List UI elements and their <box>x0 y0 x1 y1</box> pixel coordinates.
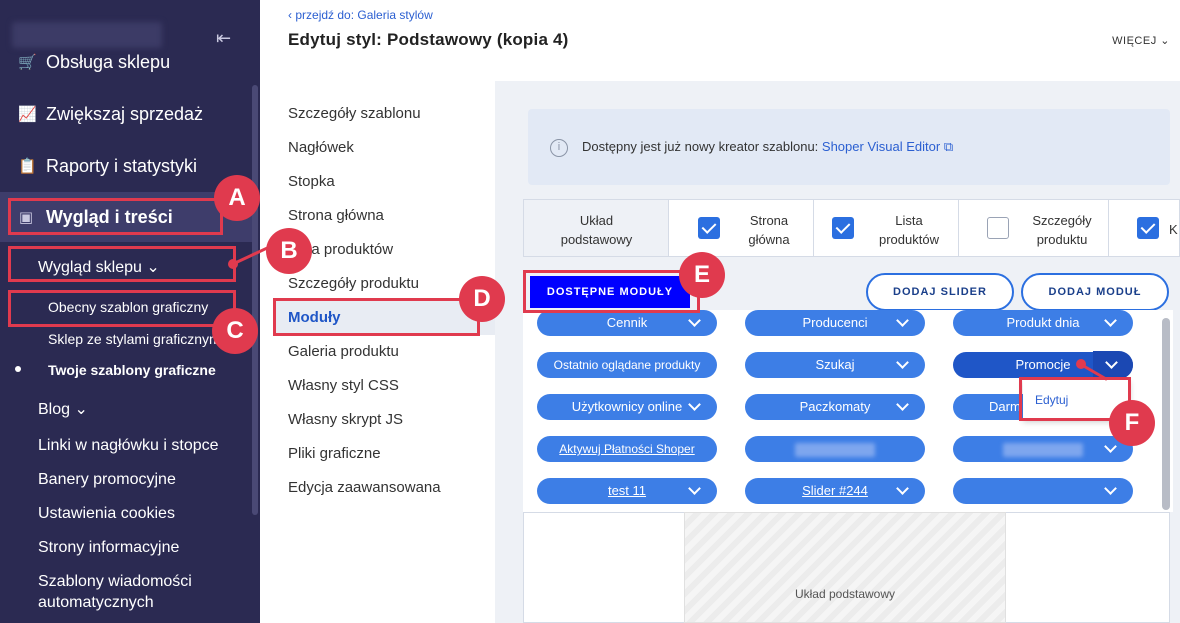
badge-e: E <box>679 252 725 298</box>
layout-preview: Układ podstawowy <box>684 512 1006 623</box>
logo <box>12 22 162 48</box>
style-menu: Szczegóły szablonu Nagłówek Stopka Stron… <box>260 81 495 623</box>
sidebar-sub-twoje[interactable]: Twoje szablony graficzne <box>48 362 216 378</box>
sidebar-sub-blog[interactable]: Blog ⌄ <box>38 399 88 419</box>
sidebar-item-sprzedaz[interactable]: 📈 Zwiększaj sprzedaż <box>18 104 203 125</box>
modules-scrollbar[interactable] <box>1162 318 1170 510</box>
menu-item[interactable]: Własny skrypt JS <box>288 411 403 428</box>
sidebar-item-label: Raporty i statystyki <box>46 156 198 176</box>
module-aktywuj[interactable]: Aktywuj Płatności Shoper <box>537 436 717 462</box>
menu-item[interactable]: Edycja zaawansowana <box>288 479 441 496</box>
info-icon: i <box>550 139 568 157</box>
sidebar-sub-banery[interactable]: Banery promocyjne <box>38 471 176 489</box>
sidebar-sub-cookies[interactable]: Ustawienia cookies <box>38 505 175 523</box>
back-link[interactable]: ‹ przejdź do: Galeria stylów <box>288 8 433 22</box>
menu-item[interactable]: Galeria produktu <box>288 343 399 360</box>
menu-item[interactable]: Pliki graficzne <box>288 445 381 462</box>
blurred-text <box>1003 442 1083 457</box>
chevron-down-icon <box>1104 314 1117 327</box>
sidebar-item-label: Zwiększaj sprzedaż <box>46 104 204 124</box>
chevron-down-icon <box>1104 482 1117 495</box>
checkbox-checked[interactable] <box>832 217 854 239</box>
module-cennik[interactable]: Cennik <box>537 310 717 336</box>
more-menu-button[interactable]: WIĘCEJ ⌄ <box>1112 34 1170 47</box>
checkbox-checked[interactable] <box>698 217 720 239</box>
module-producenci[interactable]: Producenci <box>745 310 925 336</box>
menu-item[interactable]: Szczegóły produktu <box>288 275 419 292</box>
app: ⇤ 🛒 Obsługa sklepu 📈 Zwiększaj sprzedaż … <box>0 0 1180 623</box>
sidebar-scrollbar[interactable] <box>252 85 258 515</box>
tab-szczegoly-produktu[interactable]: Szczegóły produktu <box>959 200 1109 256</box>
checkbox-checked[interactable] <box>1137 217 1159 239</box>
module-ostatnio[interactable]: Ostatnio oglądane produkty <box>537 352 717 378</box>
highlight-b <box>8 246 236 282</box>
chevron-down-icon: ⌄ <box>1160 35 1170 47</box>
menu-item[interactable]: Stopka <box>288 173 335 190</box>
chevron-down-icon: ⌄ <box>74 401 88 418</box>
tab-k[interactable]: K <box>1109 200 1180 256</box>
sidebar-sub-szablony[interactable]: Szablony wiadomości automatycznych <box>38 573 192 612</box>
add-slider-button[interactable]: DODAJ SLIDER <box>866 273 1014 311</box>
tab-lista-produktow[interactable]: Lista produktów <box>814 200 959 256</box>
sidebar-sub-linki[interactable]: Linki w nagłówku i stopce <box>38 437 219 455</box>
tab-strona-glowna[interactable]: Strona główna <box>669 200 814 256</box>
highlight-c <box>8 290 236 327</box>
highlight-d <box>273 298 480 336</box>
sidebar-sub-sklep-style[interactable]: Sklep ze stylami graficznymi <box>48 331 224 347</box>
chevron-down-icon <box>896 314 909 327</box>
visual-editor-link[interactable]: Shoper Visual Editor ⧉ <box>822 139 953 154</box>
module-blurred[interactable] <box>953 436 1133 462</box>
add-module-button[interactable]: DODAJ MODUŁ <box>1021 273 1169 311</box>
badge-f: F <box>1109 400 1155 446</box>
menu-item[interactable]: Nagłówek <box>288 139 354 156</box>
tab-uklad[interactable]: Układ podstawowy <box>524 200 669 256</box>
module-blurred[interactable] <box>745 436 925 462</box>
cart-icon: 🛒 <box>18 53 37 71</box>
active-bullet <box>15 366 21 372</box>
chevron-down-icon <box>1104 440 1117 453</box>
notice-banner: i Dostępny jest już nowy kreator szablon… <box>528 109 1170 185</box>
chevron-down-icon <box>896 356 909 369</box>
module-slider-244[interactable]: Slider #244 <box>745 478 925 504</box>
module-szukaj[interactable]: Szukaj <box>745 352 925 378</box>
layout-tabs: Układ podstawowy Strona główna Lista produk… <box>523 199 1180 257</box>
checkbox-unchecked[interactable] <box>987 217 1009 239</box>
dot-b <box>228 259 238 269</box>
chevron-down-icon <box>896 482 909 495</box>
module-produkt-dnia[interactable]: Produkt dnia <box>953 310 1133 336</box>
badge-b: B <box>266 228 312 274</box>
chevron-down-icon <box>688 398 701 411</box>
badge-c: C <box>212 308 258 354</box>
badge-d: D <box>459 276 505 322</box>
badge-a: A <box>214 175 260 221</box>
chart-icon: 📈 <box>18 105 37 123</box>
chevron-down-icon <box>688 482 701 495</box>
module-uzytkownicy[interactable]: Użytkownicy online <box>537 394 717 420</box>
sidebar-item-raporty[interactable]: 📋 Raporty i statystyki <box>18 156 197 177</box>
highlight-e <box>523 270 700 313</box>
menu-item[interactable]: Szczegóły szablonu <box>288 105 421 122</box>
chevron-down-icon <box>688 314 701 327</box>
module-test-11[interactable]: test 11 <box>537 478 717 504</box>
sidebar-item-label: Obsługa sklepu <box>46 52 171 72</box>
module-paczkomaty[interactable]: Paczkomaty <box>745 394 925 420</box>
menu-item[interactable]: Strona główna <box>288 207 384 224</box>
blurred-text <box>795 442 875 457</box>
chevron-down-icon <box>1105 356 1118 369</box>
chevron-left-icon: ‹ <box>288 8 292 22</box>
menu-item[interactable]: Własny styl CSS <box>288 377 399 394</box>
page-title: Edytuj styl: Podstawowy (kopia 4) <box>288 30 569 49</box>
external-link-icon: ⧉ <box>943 139 954 154</box>
chevron-down-icon <box>896 398 909 411</box>
highlight-a <box>8 198 223 235</box>
module-empty[interactable] <box>953 478 1133 504</box>
collapse-sidebar-icon[interactable]: ⇤ <box>216 28 231 49</box>
clipboard-icon: 📋 <box>18 157 37 175</box>
sidebar-item-obsluga[interactable]: 🛒 Obsługa sklepu <box>18 52 170 73</box>
sidebar-sub-strony[interactable]: Strony informacyjne <box>38 539 179 557</box>
